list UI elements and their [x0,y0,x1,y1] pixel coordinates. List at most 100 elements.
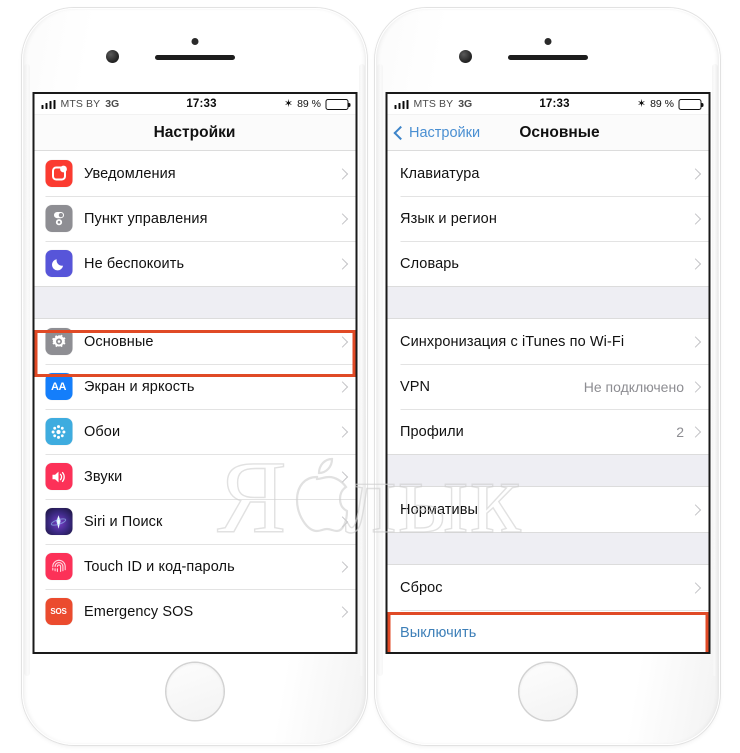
status-bar-left: MTS BY 3G [394,98,472,110]
list-item-vpn[interactable]: VPN Не подключено [387,364,708,409]
proximity-sensor-icon [191,38,198,45]
general-gear-icon [45,328,72,355]
list-item-reset[interactable]: Сброс [387,565,708,610]
list-item-shut-down[interactable]: Выключить [387,610,708,652]
network-type: 3G [458,98,473,110]
chevron-right-icon [689,212,701,225]
sidebar-item-label: Основные [84,333,154,350]
left-phone-screen: MTS BY 3G 17:33 ✶ 89 % Настройки Уведомл… [32,92,357,654]
chevron-right-icon [689,380,701,393]
proximity-sensor-icon [544,38,551,45]
earpiece-speaker-icon [154,55,235,60]
sidebar-item-sounds[interactable]: Звуки [34,454,355,499]
battery-percent: 89 % [297,98,321,110]
touch-id-icon [45,553,72,580]
group-separator [387,454,708,487]
sidebar-item-general[interactable]: Основные [34,319,355,364]
chevron-right-icon [689,503,701,516]
battery-icon [678,98,704,110]
status-bar: MTS BY 3G 17:33 ✶ 89 % [387,94,708,115]
chevron-right-icon [336,425,348,438]
front-camera-icon [459,50,472,63]
list-item-language-region[interactable]: Язык и регион [387,196,708,241]
page-title: Основные [519,123,600,141]
sidebar-item-control-center[interactable]: Пункт управления [34,196,355,241]
sidebar-item-label: Не беспокоить [84,255,185,272]
list-item-value: Не подключено [583,378,684,395]
bluetooth-icon: ✶ [636,97,647,110]
sidebar-item-siri-search[interactable]: Siri и Поиск [34,499,355,544]
status-bar-clock: 17:33 [186,98,217,110]
iphone-right-device: MTS BY 3G 17:33 ✶ 89 % Настройки Основны… [375,8,720,745]
sidebar-item-notifications[interactable]: Уведомления [34,151,355,196]
chevron-right-icon [689,335,701,348]
iphone-left-device: MTS BY 3G 17:33 ✶ 89 % Настройки Уведомл… [22,8,367,745]
list-item-label: Язык и регион [400,210,497,227]
settings-group-1: Уведомления Пункт управления Не беспокои… [34,151,355,286]
general-group-1: Клавиатура Язык и регион Словарь [387,151,708,286]
chevron-right-icon [336,605,348,618]
chevron-right-icon [336,380,348,393]
list-item-itunes-wifi-sync[interactable]: Синхронизация с iTunes по Wi-Fi [387,319,708,364]
sounds-icon [45,463,72,490]
sidebar-item-wallpaper[interactable]: Обои [34,409,355,454]
chevron-right-icon [336,470,348,483]
list-item-value: 2 [676,423,684,440]
sidebar-item-emergency-sos[interactable]: SOS Emergency SOS [34,589,355,634]
carrier-name: MTS BY [60,98,101,110]
list-item-profiles[interactable]: Профили 2 [387,409,708,454]
chevron-right-icon [689,581,701,594]
status-bar-left: MTS BY 3G [41,98,119,110]
list-item-label: VPN [400,378,431,395]
home-button[interactable] [519,663,576,720]
list-item-dictionary[interactable]: Словарь [387,241,708,286]
group-separator [34,286,355,319]
chevron-right-icon [336,515,348,528]
left-nav-bar: Настройки [34,115,355,151]
sidebar-item-label: Siri и Поиск [84,513,163,530]
sidebar-item-touch-id[interactable]: Touch ID и код-пароль [34,544,355,589]
sos-glyph: SOS [50,607,67,616]
sidebar-item-label: Touch ID и код-пароль [84,558,235,575]
sidebar-item-label: Звуки [84,468,123,485]
chevron-right-icon [336,335,348,348]
list-item-label: Нормативы [400,501,479,518]
earpiece-speaker-icon [507,55,588,60]
right-phone-screen: MTS BY 3G 17:33 ✶ 89 % Настройки Основны… [385,92,710,654]
page-title: Настройки [153,123,236,141]
battery-percent: 89 % [650,98,674,110]
sidebar-item-display-brightness[interactable]: AA Экран и яркость [34,364,355,409]
emergency-sos-icon: SOS [45,598,72,625]
siri-icon [45,508,72,535]
general-group-4: Сброс Выключить [387,565,708,652]
chevron-right-icon [336,257,348,270]
chevron-right-icon [336,167,348,180]
screenshot-stage: Я лык MTS BY 3G 17:33 ✶ [0,0,740,753]
right-nav-bar: Настройки Основные [387,115,708,151]
chevron-right-icon [689,257,701,270]
sidebar-item-do-not-disturb[interactable]: Не беспокоить [34,241,355,286]
carrier-name: MTS BY [413,98,454,110]
home-button[interactable] [166,663,223,720]
list-item-label: Профили [400,423,464,440]
list-item-regulatory[interactable]: Нормативы [387,487,708,532]
list-item-label: Словарь [400,255,460,272]
battery-icon [325,98,351,110]
do-not-disturb-icon [45,250,72,277]
chevron-right-icon [689,167,701,180]
list-item-label: Синхронизация с iTunes по Wi-Fi [400,333,625,350]
list-item-label: Выключить [400,624,477,641]
network-type: 3G [105,98,120,110]
sidebar-item-label: Уведомления [84,165,176,182]
group-separator [387,286,708,319]
chevron-right-icon [336,212,348,225]
signal-bars-icon [394,99,409,109]
general-group-2: Синхронизация с iTunes по Wi-Fi VPN Не п… [387,319,708,454]
sidebar-item-label: Emergency SOS [84,603,194,620]
group-separator [387,532,708,565]
status-bar-right: ✶ 89 % [636,97,704,110]
list-item-keyboard[interactable]: Клавиатура [387,151,708,196]
sidebar-item-label: Экран и яркость [84,378,195,395]
list-item-label: Клавиатура [400,165,480,182]
sidebar-item-label: Пункт управления [84,210,208,227]
